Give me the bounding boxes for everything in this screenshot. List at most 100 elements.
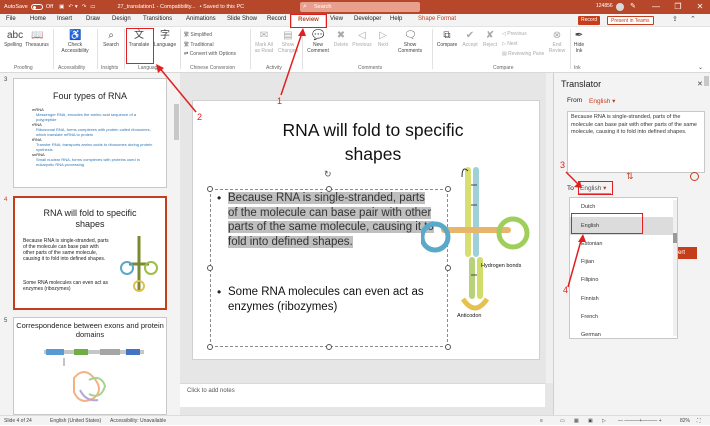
resize-handle[interactable] xyxy=(326,344,332,350)
tab-shape-format[interactable]: Shape Format xyxy=(418,16,456,22)
redo-icon[interactable]: ↷ xyxy=(82,4,87,10)
tab-slide-show[interactable]: Slide Show xyxy=(227,16,257,22)
translator-close-button[interactable]: ✕ xyxy=(697,80,703,88)
slide-number: 5 xyxy=(4,318,8,324)
annotation-box-translate xyxy=(126,28,154,64)
compare-button[interactable]: ⧉ Compare xyxy=(435,30,459,49)
from-row: From xyxy=(567,97,582,104)
language-option-fijian[interactable]: Fijian xyxy=(570,253,674,271)
language-option-estonian[interactable]: Estonian xyxy=(570,235,674,253)
chevron-up-icon[interactable]: ⌃ xyxy=(690,15,696,23)
rotate-handle-icon[interactable]: ↻ xyxy=(324,169,332,180)
tab-file[interactable]: File xyxy=(6,16,16,22)
resize-handle[interactable] xyxy=(207,186,213,192)
autosave-toggle[interactable] xyxy=(30,4,43,10)
search-placeholder: Search xyxy=(314,4,332,10)
language-option-filipino[interactable]: Filipino xyxy=(570,271,674,289)
tab-record[interactable]: Record xyxy=(267,16,286,22)
language-option-german[interactable]: German xyxy=(570,326,674,338)
resize-handle[interactable] xyxy=(445,344,451,350)
resize-handle[interactable] xyxy=(207,265,213,271)
dropdown-scrollbar[interactable] xyxy=(673,200,677,336)
dropdown-chevron-icon[interactable]: ▾ xyxy=(75,4,78,10)
check-accessibility-label: Check Accessibility xyxy=(61,42,89,54)
language-button[interactable]: 字 Language xyxy=(152,30,178,49)
thesaurus-button[interactable]: 📖 Thesaurus xyxy=(24,30,50,49)
group-ink: Ink xyxy=(574,65,581,71)
editor-scrollbar[interactable] xyxy=(546,73,553,383)
new-comment-button[interactable]: 💬 New Comment xyxy=(304,30,332,54)
swap-languages-icon[interactable]: ⇅ xyxy=(626,171,634,182)
tab-home[interactable]: Home xyxy=(30,16,46,22)
bullet-2[interactable]: Some RNA molecules can even act as enzym… xyxy=(228,285,438,314)
thumbnail-scrollbar[interactable] xyxy=(174,104,179,140)
search-button[interactable]: ⌕ Search xyxy=(100,30,122,49)
language-option-finnish[interactable]: Finnish xyxy=(570,290,674,308)
group-chinese-conversion: Chinese Conversion xyxy=(190,65,236,71)
minimize-button[interactable]: — xyxy=(646,0,666,14)
check-accessibility-button[interactable]: ♿ Check Accessibility xyxy=(56,30,94,54)
tab-help[interactable]: Help xyxy=(390,16,402,22)
simplified-button[interactable]: 繁 Simplified xyxy=(184,31,212,38)
resize-handle[interactable] xyxy=(326,186,332,192)
end-review-icon: ⊗ xyxy=(552,30,562,41)
from-language-dropdown[interactable]: English ▾ xyxy=(589,97,615,105)
insert-button[interactable]: ert xyxy=(675,247,697,259)
avatar[interactable] xyxy=(616,3,624,11)
delete-comment-button[interactable]: ✖ Delete xyxy=(332,30,350,49)
resize-handle[interactable] xyxy=(207,344,213,350)
tab-transitions[interactable]: Transitions xyxy=(143,16,172,22)
spelling-button[interactable]: abc Spelling xyxy=(4,30,23,49)
translator-scrollbar[interactable] xyxy=(704,76,709,86)
next-change-button[interactable]: ▷ Next xyxy=(502,41,518,47)
share-icon[interactable]: ⇪ xyxy=(672,15,678,23)
compare-icon: ⧉ xyxy=(443,30,451,41)
end-review-button[interactable]: ⊗ End Review xyxy=(546,30,568,54)
accept-button[interactable]: ✔ Accept xyxy=(460,30,480,49)
traditional-button[interactable]: 繁 Traditional xyxy=(184,41,214,48)
convert-button[interactable]: ⇄ Convert with Options xyxy=(184,51,236,57)
save-icon[interactable]: ▣ xyxy=(59,4,64,10)
pen-icon[interactable]: ✎ xyxy=(630,2,636,10)
notes-pane[interactable]: Click to add notes xyxy=(180,383,545,407)
slide-canvas[interactable]: RNA will fold to specific shapes • Becau… xyxy=(192,100,540,360)
slide-thumbnail-4[interactable]: RNA will fold to specific shapes Because… xyxy=(13,196,167,310)
reject-button[interactable]: ✘ Reject xyxy=(480,30,500,49)
show-changes-button[interactable]: ▤ Show Changes xyxy=(276,30,300,54)
thesaurus-icon: 📖 xyxy=(31,30,44,41)
reviewing-pane-button[interactable]: ▤ Reviewing Pane xyxy=(502,51,544,57)
mark-all-read-button[interactable]: ✉ Mark All as Read xyxy=(252,30,276,54)
record-button[interactable]: Record xyxy=(578,16,601,25)
bullet-1[interactable]: Because RNA is single-stranded, parts of… xyxy=(228,191,434,249)
group-activity: Activity xyxy=(266,65,282,71)
slide-thumbnail-5[interactable]: Correspondence between exons and protein… xyxy=(13,317,167,415)
selected-text: Because RNA is single-stranded, parts of… xyxy=(228,192,434,248)
present-in-teams-button[interactable]: Present in Teams xyxy=(607,16,654,25)
slide-number: 4 xyxy=(4,197,8,203)
tab-insert[interactable]: Insert xyxy=(57,16,72,22)
close-button[interactable]: ✕ xyxy=(690,0,710,14)
hide-ink-button[interactable]: ✒ Hide Ink xyxy=(572,30,586,54)
language-option-french[interactable]: French xyxy=(570,308,674,326)
next-comment-button[interactable]: ▷ Next xyxy=(374,30,392,49)
undo-icon[interactable]: ↶ xyxy=(68,4,73,10)
ribbon-chevron-down-icon[interactable]: ⌄ xyxy=(698,64,703,71)
dropdown-scroll-thumb[interactable] xyxy=(673,233,677,243)
tab-view[interactable]: View xyxy=(330,16,343,22)
source-text-box[interactable]: Because RNA is single-stranded, parts of… xyxy=(567,111,705,173)
tab-design[interactable]: Design xyxy=(112,16,131,22)
slide-thumbnail-3[interactable]: Four types of RNA mRNA Messenger RNA, en… xyxy=(13,78,167,188)
slide-title[interactable]: RNA will fold to specific shapes xyxy=(253,118,493,166)
tab-draw[interactable]: Draw xyxy=(86,16,100,22)
tab-animations[interactable]: Animations xyxy=(186,16,216,22)
translator-title: Translator xyxy=(561,79,602,89)
saved-status[interactable]: • Saved to this PC xyxy=(200,4,244,10)
previous-comment-button[interactable]: ◁ Previous xyxy=(350,30,374,49)
search-box[interactable]: ⌕ Search xyxy=(300,2,420,12)
tab-developer[interactable]: Developer xyxy=(354,16,381,22)
translator-status-icon[interactable] xyxy=(690,172,699,181)
present-icon[interactable]: ▭ xyxy=(90,4,95,10)
show-comments-button[interactable]: 🗨 Show Comments xyxy=(396,30,424,54)
restore-button[interactable]: ❐ xyxy=(668,0,688,14)
previous-change-button[interactable]: ◁ Previous xyxy=(502,31,527,37)
